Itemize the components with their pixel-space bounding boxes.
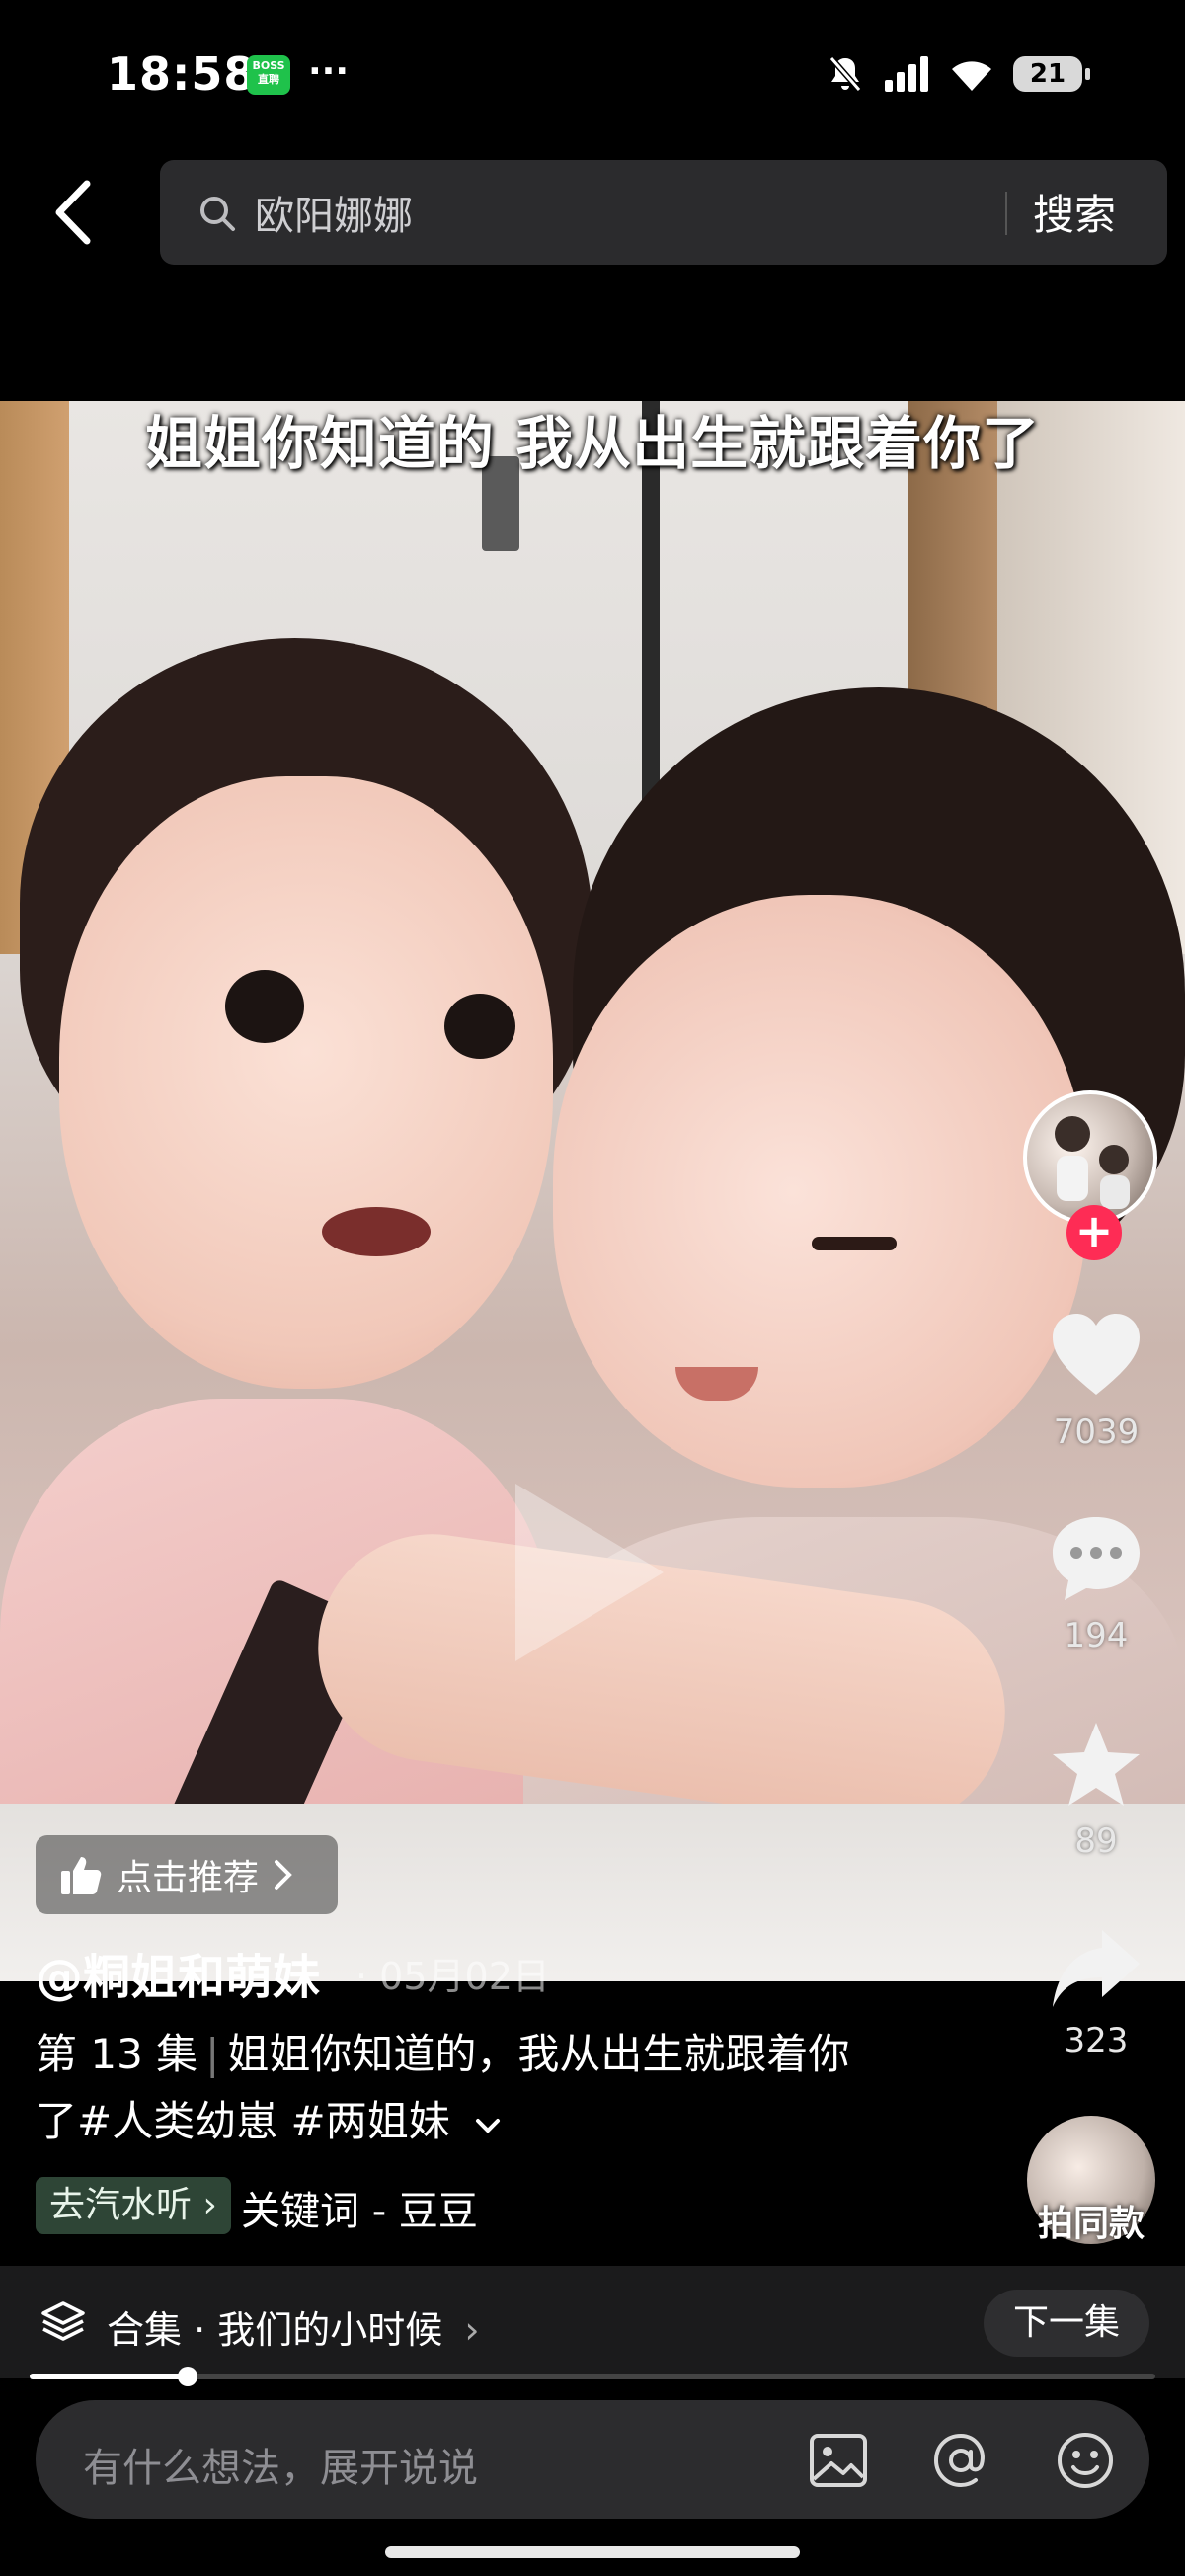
battery-icon: 21 <box>1013 56 1090 92</box>
caption-text: 姐姐你知道的，我从出生就跟着你 <box>227 2030 850 2078</box>
collection-title[interactable]: 合集 · 我们的小时候 › <box>107 2299 480 2354</box>
music-link-label: 去汽水听 <box>49 2185 193 2225</box>
music-link-chip[interactable]: 去汽水听 › <box>36 2177 231 2234</box>
like-heart-icon[interactable] <box>1047 1306 1146 1405</box>
wifi-icon <box>952 61 991 91</box>
mute-icon <box>829 56 862 92</box>
right-child-eye <box>812 1237 897 1250</box>
follow-button[interactable]: + <box>1066 1205 1122 1260</box>
favorite-count: 89 <box>1074 1821 1118 1861</box>
play-icon[interactable] <box>515 1484 664 1661</box>
at-mention-icon[interactable] <box>928 2428 993 2493</box>
caption-separator: | <box>205 2030 220 2078</box>
expand-chevron-icon[interactable] <box>473 2116 503 2135</box>
same-style-button[interactable]: 拍同款 <box>1017 2195 1165 2246</box>
keyword-text[interactable]: 关键词 - 豆豆 <box>241 2179 478 2236</box>
video-player[interactable] <box>0 401 1185 1981</box>
collection-label: 合集 · 我们的小时候 <box>107 2308 443 2352</box>
author-name[interactable]: @粡姐和萌妹 <box>36 1938 320 2007</box>
video-subtitle: 姐姐你知道的 我从出生就跟着你了 <box>144 410 1041 477</box>
left-child-eye <box>225 970 304 1043</box>
left-child-eye <box>444 994 515 1059</box>
left-child-face <box>59 776 553 1389</box>
image-icon[interactable] <box>806 2428 871 2493</box>
recommend-button[interactable]: 点击推荐 <box>36 1835 338 1914</box>
comment-icon[interactable] <box>1047 1509 1146 1608</box>
like-count: 7039 <box>1053 1412 1140 1452</box>
collection-chevron-icon: › <box>464 2308 480 2352</box>
video-progress-track[interactable] <box>30 2374 1155 2379</box>
post-caption[interactable]: 第 13 集 | 姐姐你知道的，我从出生就跟着你 了#人类幼崽 #两姐妹 <box>36 2021 924 2155</box>
comment-count: 194 <box>1064 1616 1129 1655</box>
emoji-icon[interactable] <box>1053 2428 1118 2493</box>
signal-icon <box>885 56 928 92</box>
back-arrow-icon[interactable] <box>51 178 95 247</box>
favorite-star-icon[interactable] <box>1047 1717 1146 1815</box>
search-input[interactable]: 欧阳娜娜 <box>255 184 413 241</box>
recommend-label: 点击推荐 <box>117 1858 260 1898</box>
right-child-face <box>553 895 1086 1488</box>
avatar-photo <box>1055 1116 1130 1209</box>
search-icon <box>200 197 235 231</box>
video-progress-handle[interactable] <box>178 2367 198 2386</box>
left-child-mouth <box>322 1207 431 1256</box>
search-button[interactable]: 搜索 <box>1033 182 1116 242</box>
status-more-icon: ··· <box>308 51 350 92</box>
caption-hashtags: 了#人类幼崽 #两姐妹 <box>36 2097 450 2145</box>
layers-icon <box>41 2301 85 2341</box>
boss-app-icon: BOSS直聘 <box>247 55 290 95</box>
video-progress-fill <box>30 2374 188 2379</box>
chevron-right-icon <box>275 1860 292 1890</box>
chip-chevron-icon: › <box>202 2185 217 2225</box>
search-divider <box>1005 192 1007 235</box>
post-date: · 05月02日 <box>356 1955 550 1998</box>
episode-label: 第 13 集 <box>36 2030 198 2078</box>
status-time: 18:58 <box>107 47 257 101</box>
caption-line-2: 了#人类幼崽 #两姐妹 <box>36 2088 924 2155</box>
status-indicators: 21 <box>826 51 1090 97</box>
caption-line-1: 第 13 集 | 姐姐你知道的，我从出生就跟着你 <box>36 2021 924 2088</box>
share-icon[interactable] <box>1047 1920 1146 2019</box>
thumbs-up-icon <box>61 1857 102 1894</box>
comment-placeholder[interactable]: 有什么想法，展开说说 <box>83 2436 478 2493</box>
next-episode-button[interactable]: 下一集 <box>984 2290 1149 2357</box>
home-indicator[interactable] <box>385 2546 800 2558</box>
share-count: 323 <box>1064 2021 1129 2060</box>
